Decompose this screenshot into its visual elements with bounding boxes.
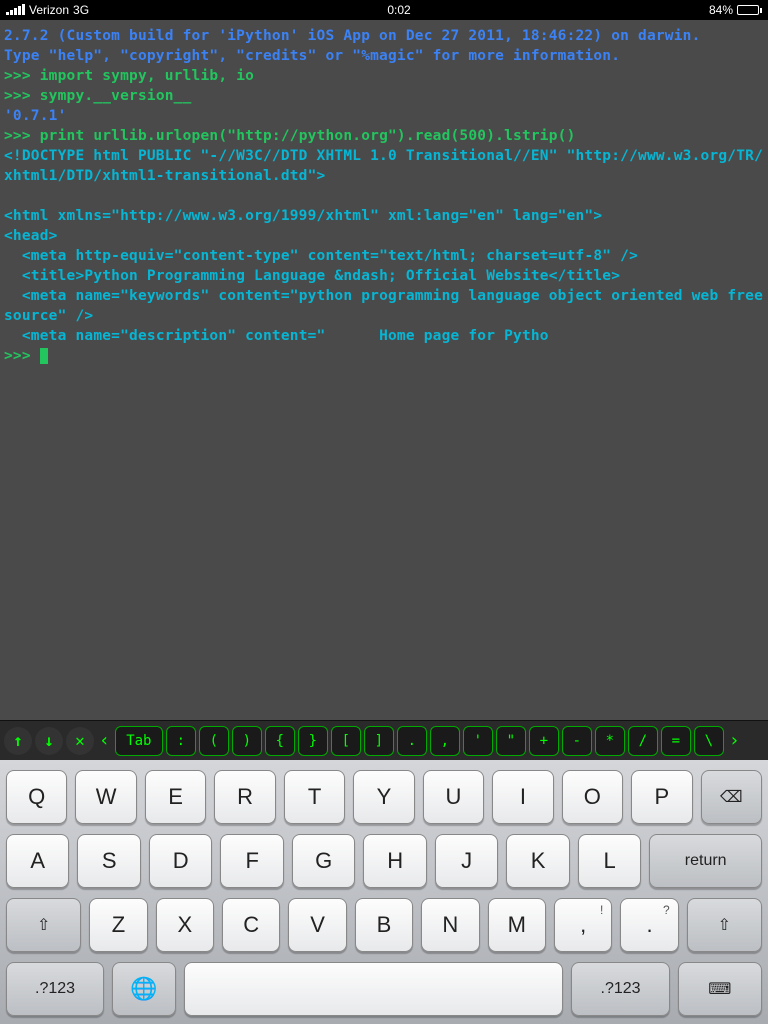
clock: 0:02 [387,3,410,17]
key-q[interactable]: Q [6,770,67,824]
output-line: <!DOCTYPE html PUBLIC "-//W3C//DTD XHTML… [4,146,764,186]
output-line: <meta http-equiv="content-type" content=… [4,246,764,266]
output-line: <head> [4,226,764,246]
key-a[interactable]: A [6,834,69,888]
signal-icon [6,5,25,15]
battery-icon [737,5,762,15]
squote-key[interactable]: ' [463,726,493,756]
plus-key[interactable]: + [529,726,559,756]
output-line: <meta name="description" content=" Home … [4,326,764,346]
slash-key[interactable]: / [628,726,658,756]
return-key[interactable]: return [649,834,762,888]
key-k[interactable]: K [506,834,569,888]
numbers-key-left[interactable]: .?123 [6,962,104,1016]
terminal-output[interactable]: 2.7.2 (Custom build for 'iPython' iOS Ap… [0,20,768,372]
prompt: >>> [4,348,40,364]
key-u[interactable]: U [423,770,484,824]
key-s[interactable]: S [77,834,140,888]
rbracket-key[interactable]: ] [364,726,394,756]
output-line: <title>Python Programming Language &ndas… [4,266,764,286]
prompt: >>> [4,128,40,144]
numbers-key-right[interactable]: .?123 [571,962,669,1016]
hide-keyboard-key[interactable]: ⌨ [678,962,762,1016]
key-l[interactable]: L [578,834,641,888]
output-line: '0.7.1' [4,106,764,126]
input-line: print urllib.urlopen("http://python.org"… [40,128,576,144]
tab-key[interactable]: Tab [115,726,163,756]
key-t[interactable]: T [284,770,345,824]
key-b[interactable]: B [355,898,413,952]
space-key[interactable] [184,962,564,1016]
key-z[interactable]: Z [89,898,147,952]
banner-line: 2.7.2 (Custom build for 'iPython' iOS Ap… [4,26,764,46]
carrier-label: Verizon [29,3,69,17]
shift-key-left[interactable]: ⇧ [6,898,81,952]
output-line: <meta name="keywords" content="python pr… [4,286,764,326]
scroll-left-icon[interactable]: ‹ [97,730,112,751]
comma-key[interactable]: , [430,726,460,756]
lbrace-key[interactable]: { [265,726,295,756]
output-line [4,186,764,206]
history-down-button[interactable]: ↓ [35,727,63,755]
key-comma[interactable]: !, [554,898,612,952]
keyboard: Q W E R T Y U I O P ⌫ A S D F G H J K L … [0,760,768,1024]
star-key[interactable]: * [595,726,625,756]
accessory-bar: ↑ ↓ ✕ ‹ Tab : ( ) { } [ ] . , ' " + - * … [0,720,768,760]
key-m[interactable]: M [488,898,546,952]
key-y[interactable]: Y [353,770,414,824]
minus-key[interactable]: - [562,726,592,756]
cursor [40,348,48,364]
history-up-button[interactable]: ↑ [4,727,32,755]
backslash-key[interactable]: \ [694,726,724,756]
key-x[interactable]: X [156,898,214,952]
backspace-key[interactable]: ⌫ [701,770,762,824]
lparen-key[interactable]: ( [199,726,229,756]
rbrace-key[interactable]: } [298,726,328,756]
equals-key[interactable]: = [661,726,691,756]
key-f[interactable]: F [220,834,283,888]
battery-percent: 84% [709,3,733,17]
network-label: 3G [73,3,89,17]
shift-key-right[interactable]: ⇧ [687,898,762,952]
key-h[interactable]: H [363,834,426,888]
clear-button[interactable]: ✕ [66,727,94,755]
key-i[interactable]: I [492,770,553,824]
dquote-key[interactable]: " [496,726,526,756]
globe-key[interactable]: 🌐 [112,962,176,1016]
rparen-key[interactable]: ) [232,726,262,756]
shift-icon: ⇧ [37,915,50,935]
prompt: >>> [4,68,40,84]
key-v[interactable]: V [288,898,346,952]
key-o[interactable]: O [562,770,623,824]
globe-icon: 🌐 [130,976,157,1002]
key-n[interactable]: N [421,898,479,952]
input-line: sympy.__version__ [40,88,192,104]
dot-key[interactable]: . [397,726,427,756]
scroll-right-icon[interactable]: › [727,730,742,751]
key-j[interactable]: J [435,834,498,888]
key-e[interactable]: E [145,770,206,824]
hide-keyboard-icon: ⌨ [708,979,731,999]
banner-line: Type "help", "copyright", "credits" or "… [4,46,764,66]
lbracket-key[interactable]: [ [331,726,361,756]
key-period[interactable]: ?. [620,898,678,952]
key-d[interactable]: D [149,834,212,888]
status-bar: Verizon 3G 0:02 84% [0,0,768,20]
prompt: >>> [4,88,40,104]
backspace-icon: ⌫ [720,787,743,807]
colon-key[interactable]: : [166,726,196,756]
key-p[interactable]: P [631,770,692,824]
output-line: <html xmlns="http://www.w3.org/1999/xhtm… [4,206,764,226]
key-c[interactable]: C [222,898,280,952]
input-line: import sympy, urllib, io [40,68,254,84]
key-g[interactable]: G [292,834,355,888]
key-w[interactable]: W [75,770,136,824]
shift-icon: ⇧ [718,915,731,935]
key-r[interactable]: R [214,770,275,824]
